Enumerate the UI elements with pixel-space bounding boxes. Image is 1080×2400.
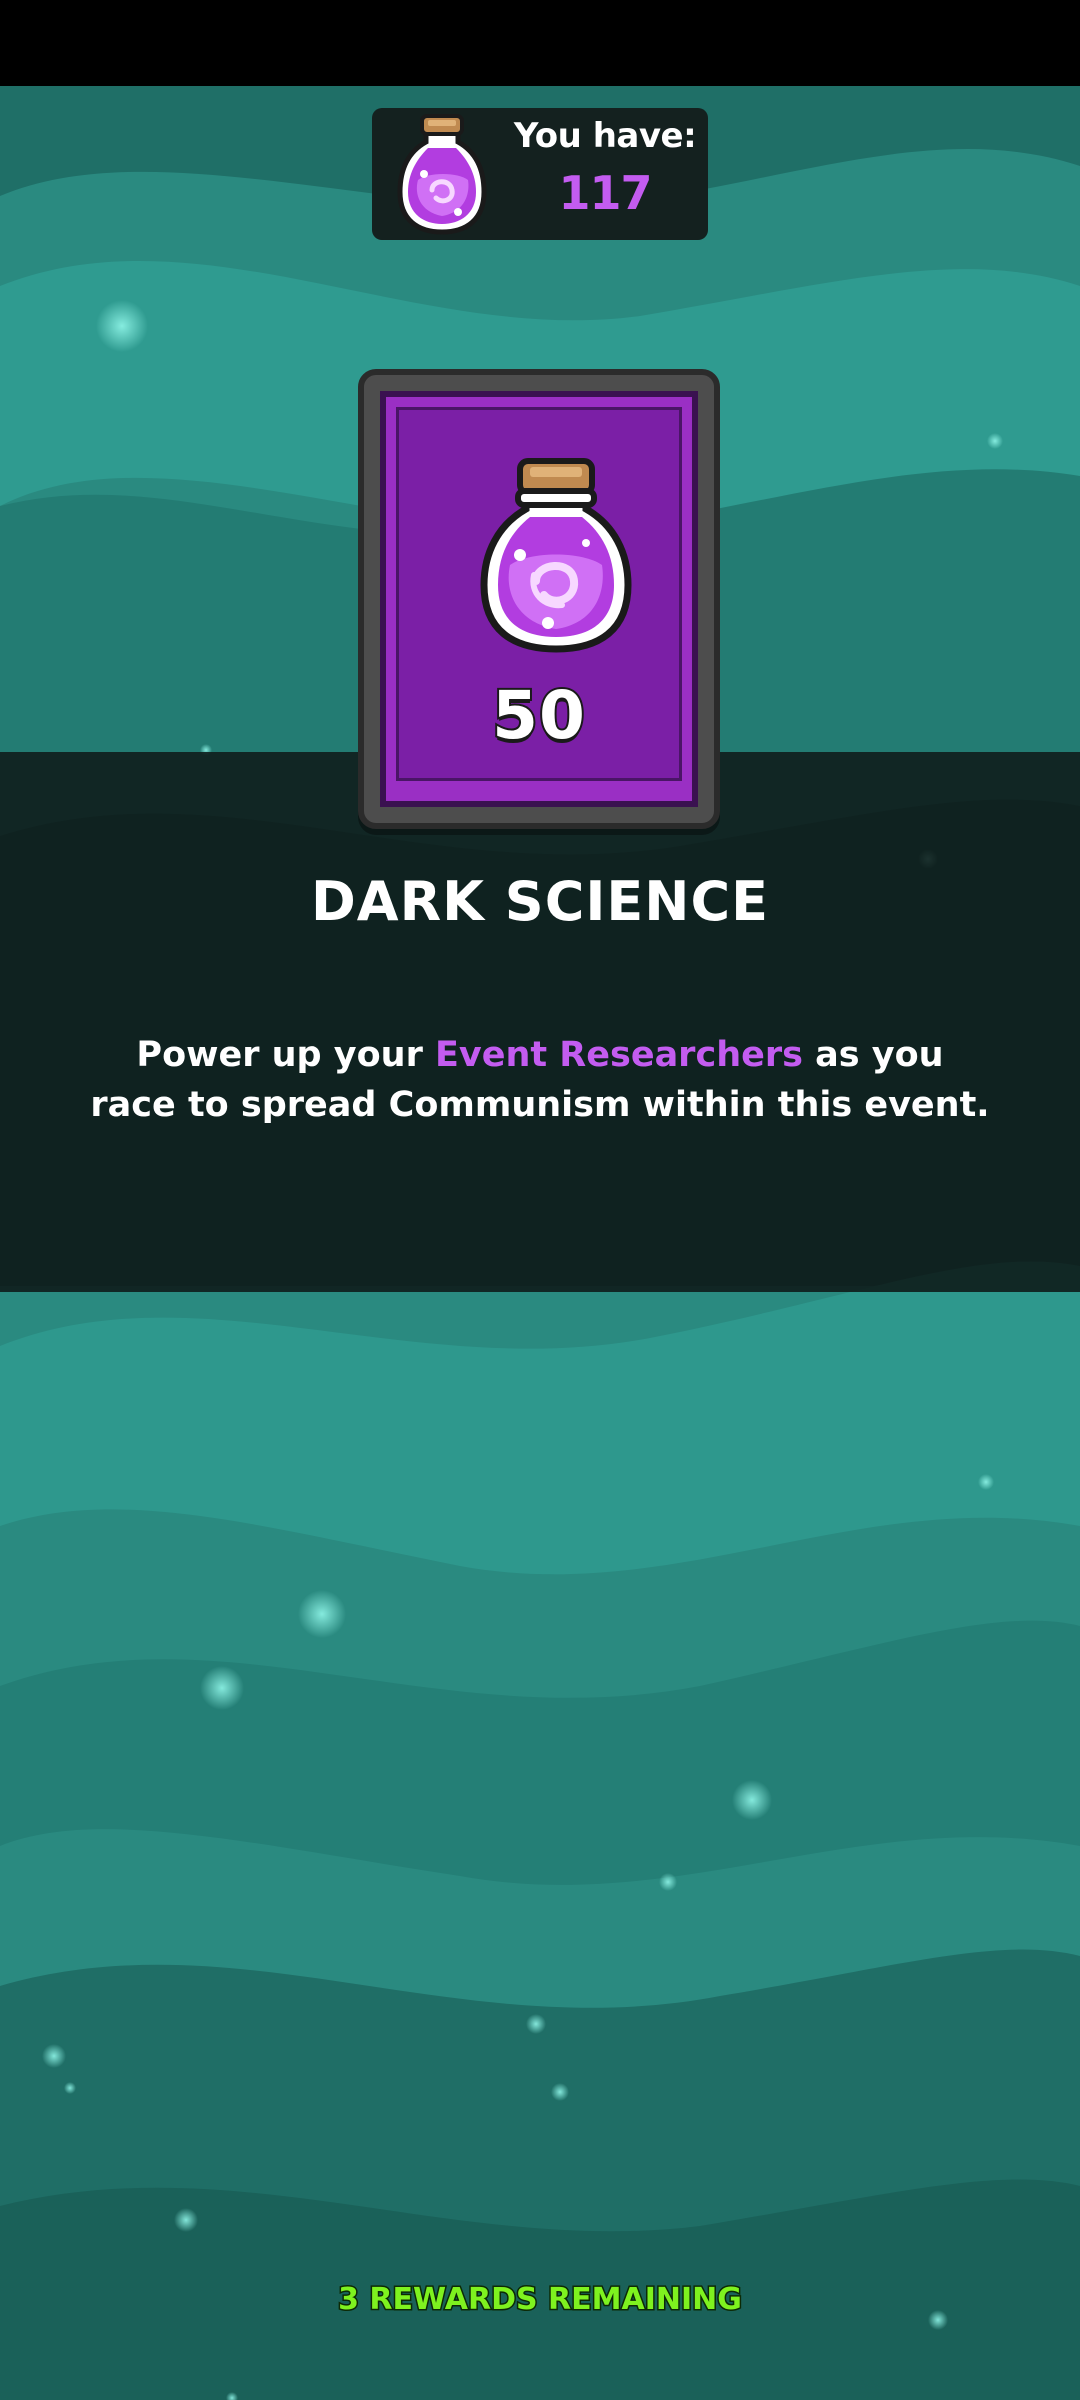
currency-counter: You have: 117 <box>372 108 708 240</box>
currency-label: You have: <box>513 116 697 156</box>
currency-value: 117 <box>558 166 652 220</box>
reward-card[interactable]: 50 <box>358 369 720 829</box>
description-highlight: Event Researchers <box>435 1035 803 1075</box>
rewards-remaining-label: 3 REWARDS REMAINING <box>337 2281 744 2319</box>
status-bar <box>0 0 1080 86</box>
reward-description: Power up your Event Researchers as you r… <box>90 1030 990 1130</box>
reward-amount: 50 <box>490 675 587 756</box>
reward-screen[interactable]: You have: 117 50 DARK SCIENCE Power up y… <box>0 0 1080 2400</box>
reward-title: DARK SCIENCE <box>310 870 770 933</box>
info-band <box>0 752 1080 1292</box>
dark-science-flask-icon <box>388 108 496 240</box>
dark-science-flask-icon <box>474 447 638 657</box>
description-text-before: Power up your <box>136 1035 436 1075</box>
reward-card-frame: 50 <box>380 391 698 807</box>
